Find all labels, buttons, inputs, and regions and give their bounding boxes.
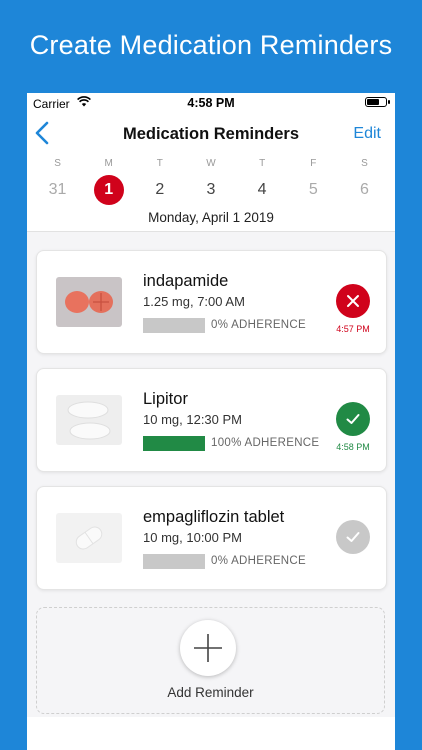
medication-name: Lipitor	[143, 390, 188, 408]
day-of-week-label: S	[54, 158, 61, 169]
calendar-day[interactable]: T 2	[134, 155, 185, 205]
calendar-day[interactable]: S 31	[32, 155, 83, 205]
day-of-week-label: W	[206, 158, 216, 169]
missed-status-button[interactable]	[336, 284, 370, 318]
checkmark-icon	[346, 532, 360, 542]
taken-status-button[interactable]	[336, 402, 370, 436]
medication-dose: 10 mg, 10:00 PM	[143, 530, 242, 545]
edit-button[interactable]: Edit	[353, 125, 381, 143]
calendar-day[interactable]: W 3	[185, 155, 236, 205]
battery-icon	[365, 97, 390, 107]
selected-date-label: Monday, April 1 2019	[148, 210, 274, 225]
status-time: 4:57 PM	[336, 324, 370, 334]
calendar-day[interactable]: F 5	[288, 155, 339, 205]
day-number: 31	[48, 181, 67, 198]
adherence-label: 0% ADHERENCE	[211, 319, 306, 331]
day-number: 6	[359, 181, 369, 198]
bottom-strip	[27, 717, 395, 750]
day-number: 2	[155, 181, 165, 198]
checkmark-icon	[346, 414, 360, 424]
reminder-card[interactable]: indapamide 1.25 mg, 7:00 AM 0% ADHERENCE…	[36, 250, 387, 354]
day-number: 4	[257, 181, 267, 198]
headline: Create Medication Reminders	[29, 30, 393, 60]
add-reminder-label: Add Reminder	[167, 685, 254, 700]
pill-photo	[56, 395, 122, 445]
adherence-label: 100% ADHERENCE	[211, 437, 320, 449]
page-title: Medication Reminders	[122, 125, 300, 143]
medication-dose: 10 mg, 12:30 PM	[143, 412, 242, 427]
reminder-card[interactable]: Lipitor 10 mg, 12:30 PM 100% ADHERENCE 4…	[36, 368, 387, 472]
day-number: 5	[308, 181, 318, 198]
adherence-bar	[143, 436, 205, 451]
calendar-day[interactable]: T 4	[237, 155, 288, 205]
status-bar: Carrier 4:58 PM	[27, 93, 395, 113]
status-time: 4:58 PM	[187, 96, 235, 110]
adherence-bar	[143, 554, 205, 569]
calendar-day-selected[interactable]: M 1	[83, 155, 134, 205]
medication-name: empagliflozin tablet	[143, 508, 285, 526]
calendar-day[interactable]: S 6	[339, 155, 390, 205]
day-of-week-label: M	[104, 158, 113, 169]
navigation-bar: Medication Reminders Edit	[27, 113, 395, 155]
medication-name: indapamide	[143, 272, 229, 290]
day-of-week-label: F	[310, 158, 317, 169]
adherence-label: 0% ADHERENCE	[211, 555, 306, 567]
day-of-week-label: T	[156, 158, 163, 169]
pending-status-button[interactable]	[336, 520, 370, 554]
reminder-card[interactable]: empagliflozin tablet 10 mg, 10:00 PM 0% …	[36, 486, 387, 590]
medication-dose: 1.25 mg, 7:00 AM	[143, 294, 245, 309]
plus-icon	[194, 634, 222, 662]
adherence-bar	[143, 318, 205, 333]
day-of-week-label: S	[361, 158, 368, 169]
capsule-placeholder-icon	[56, 513, 122, 563]
day-number: 1	[93, 175, 124, 205]
phone-screen: Carrier 4:58 PM Medication Reminders Edi…	[27, 93, 395, 750]
day-of-week-label: T	[259, 158, 266, 169]
add-reminder-area[interactable]: Add Reminder	[36, 607, 385, 714]
status-time: 4:58 PM	[336, 442, 370, 452]
pill-photo	[56, 277, 122, 327]
week-calendar-strip: S 31 M 1 T 2 W 3 T 4 F 5 S 6 Monday, Apr…	[27, 155, 395, 232]
add-reminder-button[interactable]	[180, 620, 236, 676]
day-number: 3	[206, 181, 216, 198]
close-icon	[347, 295, 359, 307]
